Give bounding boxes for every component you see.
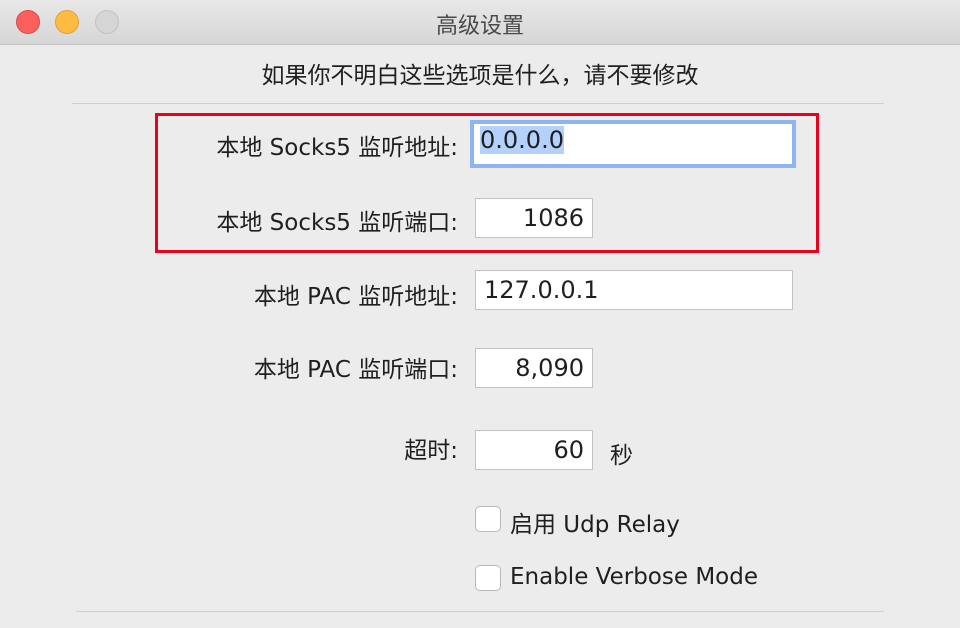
pac-address-label: 本地 PAC 监听地址: <box>253 284 458 310</box>
socks5-port-input[interactable]: 1086 <box>475 198 593 238</box>
timeout-input[interactable]: 60 <box>475 430 593 470</box>
socks5-address-input[interactable]: 0.0.0.0 <box>470 120 796 168</box>
verbose-mode-label[interactable]: Enable Verbose Mode <box>510 564 758 590</box>
pac-port-input[interactable]: 8,090 <box>475 348 593 388</box>
pac-address-input[interactable]: 127.0.0.1 <box>475 270 793 310</box>
udp-relay-label[interactable]: 启用 Udp Relay <box>510 505 680 539</box>
timeout-unit: 秒 <box>610 443 633 469</box>
timeout-label: 超时: <box>404 438 458 464</box>
warning-notice: 如果你不明白这些选项是什么，请不要修改 <box>261 63 699 89</box>
udp-relay-checkbox[interactable] <box>475 506 501 532</box>
socks5-port-label: 本地 Socks5 监听端口: <box>216 210 458 236</box>
top-separator <box>72 103 884 104</box>
pac-port-label: 本地 PAC 监听端口: <box>253 357 458 383</box>
title-bar[interactable]: 高级设置 <box>0 0 960 45</box>
window-title: 高级设置 <box>435 14 524 39</box>
socks5-address-value: 0.0.0.0 <box>480 126 564 154</box>
bottom-separator <box>76 611 884 612</box>
verbose-mode-checkbox[interactable] <box>475 565 501 591</box>
socks5-address-label: 本地 Socks5 监听地址: <box>216 135 458 161</box>
